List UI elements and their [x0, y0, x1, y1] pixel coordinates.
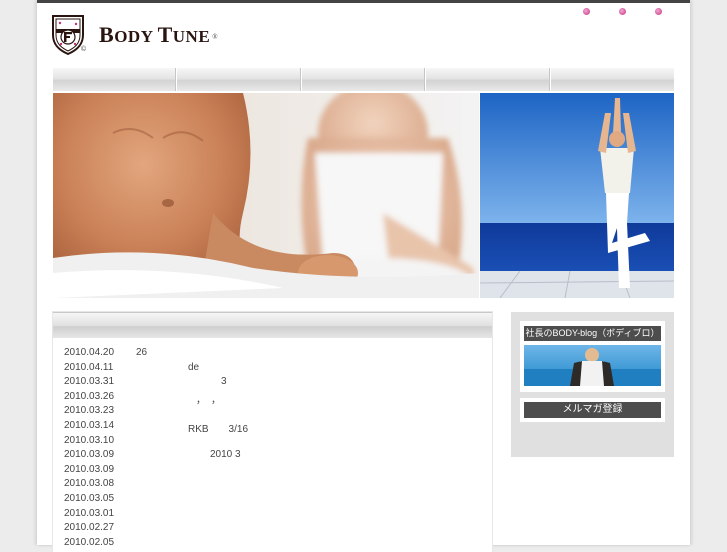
- news-date: 2010.03.08: [64, 478, 115, 490]
- main-nav: [53, 68, 674, 91]
- site-logo[interactable]: © BODY TUNE ®: [51, 13, 241, 57]
- news-date: 2010.03.05: [64, 492, 115, 504]
- news-title[interactable]: de: [188, 362, 199, 373]
- news-item[interactable]: 2010.03.09: [64, 464, 484, 479]
- news-item[interactable]: 2010.03.10: [64, 435, 484, 450]
- news-item[interactable]: 2010.04.11 de: [64, 362, 484, 377]
- news-date: 2010.03.01: [64, 507, 115, 519]
- news-item[interactable]: 2010.03.09 2010 3: [64, 449, 484, 464]
- copyright-mark: ©: [81, 46, 87, 53]
- news-date: 2010.03.10: [64, 434, 115, 446]
- news-date: 2010.03.14: [64, 419, 115, 431]
- nav-item-2[interactable]: [177, 68, 302, 91]
- news-date: 2010.04.11: [64, 361, 114, 373]
- news-item[interactable]: 2010.03.31 3: [64, 376, 484, 391]
- news-item[interactable]: 2010.03.08: [64, 478, 484, 493]
- news-item[interactable]: 2010.02.27: [64, 522, 484, 537]
- nav-item-1[interactable]: [53, 68, 178, 91]
- mailmag-signup-button[interactable]: メルマガ登録: [524, 402, 661, 418]
- news-item[interactable]: 2010.04.20 26: [64, 347, 484, 362]
- nav-item-4[interactable]: [426, 68, 551, 91]
- news-date: 2010.03.09: [64, 463, 115, 475]
- hero-image-yoga: [480, 93, 674, 298]
- registered-mark: ®: [212, 32, 219, 41]
- news-title[interactable]: 26: [136, 347, 147, 358]
- news-item[interactable]: 2010.03.26 ， ，: [64, 391, 484, 406]
- blog-banner-image[interactable]: [524, 345, 661, 386]
- brand-name: BODY TUNE ®: [99, 22, 219, 47]
- news-title[interactable]: 2010 3: [210, 449, 241, 460]
- news-item[interactable]: 2010.03.05: [64, 493, 484, 508]
- top-link-dot-3[interactable]: [655, 8, 662, 15]
- news-date: 2010.04.20: [64, 347, 115, 358]
- blog-box: 社長のBODY-blog（ボディブロ）: [520, 321, 665, 392]
- top-link-dot-1[interactable]: [583, 8, 590, 15]
- news-item[interactable]: 2010.03.14 RKB 3/16: [64, 420, 484, 435]
- news-item[interactable]: 2010.03.01: [64, 508, 484, 523]
- news-panel: 2010.04.20 26 2010.04.11 de 2010.03.31 3 2010.…: [53, 312, 492, 552]
- news-item[interactable]: 2010.02.05: [64, 537, 484, 552]
- sidebar: 社長のBODY-blog（ボディブロ） メルマガ登録: [511, 312, 674, 457]
- news-date: 2010.03.09: [64, 449, 115, 461]
- news-panel-header: [53, 312, 492, 338]
- news-title[interactable]: 3: [221, 376, 227, 387]
- news-list: 2010.04.20 26 2010.04.11 de 2010.03.31 3 2010.…: [64, 347, 484, 551]
- crest-icon: [52, 15, 84, 55]
- nav-item-5[interactable]: [551, 68, 674, 91]
- news-date: 2010.02.27: [64, 522, 115, 534]
- top-link-dot-2[interactable]: [619, 8, 626, 15]
- news-date: 2010.02.05: [64, 536, 115, 548]
- mailmag-box: メルマガ登録: [520, 398, 665, 422]
- page-container: © BODY TUNE ® 2010.04.20 26 2010.04.11 d…: [37, 0, 691, 552]
- blog-link[interactable]: 社長のBODY-blog（ボディブロ）: [524, 326, 661, 341]
- nav-item-3[interactable]: [302, 68, 427, 91]
- news-item[interactable]: 2010.03.23: [64, 405, 484, 420]
- top-links: [583, 8, 691, 15]
- news-title[interactable]: RKB 3/16: [188, 420, 248, 435]
- news-title[interactable]: ， ，: [196, 391, 221, 406]
- news-date: 2010.03.26: [64, 390, 115, 402]
- top-bar: [37, 0, 690, 3]
- news-date: 2010.03.23: [64, 405, 115, 417]
- news-date: 2010.03.31: [64, 376, 115, 388]
- hero-image-meditation: [53, 93, 479, 298]
